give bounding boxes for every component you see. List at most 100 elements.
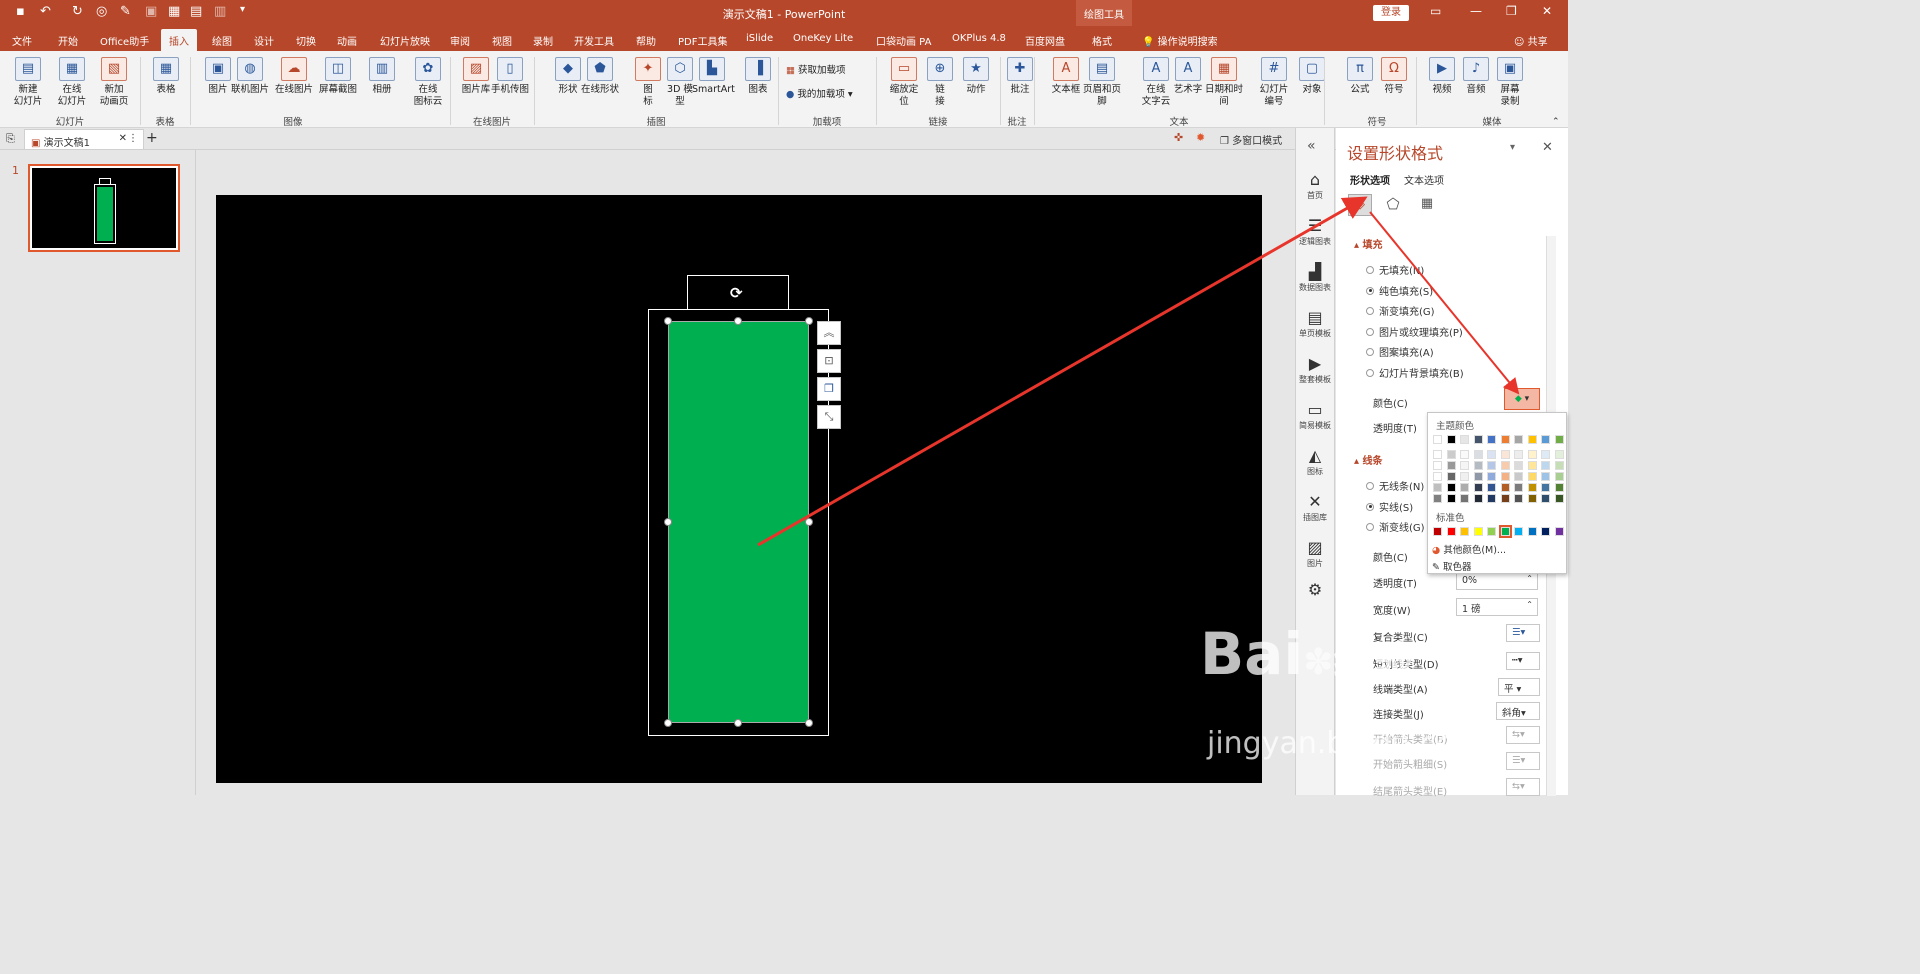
multi-window-button[interactable]: ❐ 多窗口模式 (1220, 132, 1282, 147)
chart-button[interactable]: ▐ 图表 (738, 57, 778, 96)
theme-color-swatch[interactable] (1460, 435, 1469, 444)
my-addins-button[interactable]: ● 我的加载项 ▾ (786, 89, 853, 101)
theme-color-swatch[interactable] (1460, 483, 1469, 492)
theme-color-swatch[interactable] (1460, 494, 1469, 503)
tab-text-options[interactable]: 文本选项 (1404, 172, 1444, 187)
close-icon[interactable]: ✕ (1542, 4, 1552, 18)
standard-color-swatch[interactable] (1514, 527, 1523, 536)
theme-color-swatch[interactable] (1446, 483, 1456, 492)
slide-canvas[interactable]: ⟳ ︽ ⊡ ❐ ⤡ (216, 195, 1262, 783)
tab-0[interactable]: 文件 (12, 33, 32, 48)
theme-color-swatch[interactable] (1460, 461, 1469, 470)
phone-picture-button[interactable]: ▯ 手机传图 (490, 57, 530, 96)
theme-color-swatch[interactable] (1473, 461, 1483, 470)
theme-color-swatch[interactable] (1554, 483, 1564, 492)
radio-button[interactable] (1366, 502, 1374, 511)
standard-color-swatch[interactable] (1460, 527, 1469, 536)
theme-color-swatch[interactable] (1487, 435, 1496, 444)
resize-handle[interactable] (664, 518, 672, 526)
slide-number-button[interactable]: # 幻灯片 编号 (1254, 57, 1294, 108)
tab-19[interactable]: 百度网盘 (1025, 33, 1065, 48)
tab-7[interactable]: 动画 (337, 33, 357, 48)
theme-color-swatch[interactable] (1473, 472, 1483, 481)
theme-color-swatch[interactable] (1487, 450, 1496, 459)
theme-color-swatch[interactable] (1433, 472, 1442, 481)
line-option-1[interactable]: 实线(S) (1366, 499, 1413, 514)
radio-button[interactable] (1366, 523, 1374, 531)
theme-color-swatch[interactable] (1433, 483, 1442, 492)
radio-button[interactable] (1366, 286, 1374, 295)
join-type-dropdown[interactable]: 斜角▾ (1496, 702, 1540, 720)
smartart-button[interactable]: ▙ SmartArt (692, 57, 735, 96)
online-picture-button[interactable]: ☁ 在线图片 (274, 57, 314, 96)
close-pane-icon[interactable]: ✕ (1542, 140, 1553, 155)
rotate-handle-icon[interactable]: ⟳ (730, 284, 743, 302)
screen-record-button[interactable]: ▣ 屏幕 录制 (1490, 57, 1530, 108)
tab-16[interactable]: OneKey Lite (793, 33, 853, 44)
theme-color-swatch[interactable] (1473, 483, 1483, 492)
theme-color-swatch[interactable] (1554, 461, 1564, 470)
theme-color-swatch[interactable] (1473, 435, 1483, 444)
theme-color-swatch[interactable] (1500, 483, 1510, 492)
album-button[interactable]: ▥ 相册 (362, 57, 402, 96)
compound-type-dropdown[interactable]: ☰▾ (1506, 624, 1540, 642)
tab-20[interactable]: 格式 (1092, 33, 1112, 48)
restore-icon[interactable]: ❐ (1506, 4, 1517, 18)
header-footer-button[interactable]: ▤ 页眉和页脚 (1082, 57, 1122, 108)
skin-icon[interactable]: ✹ (1196, 131, 1205, 144)
fill-line-icon[interactable]: ◈ (1348, 194, 1372, 216)
arrange-layers-icon[interactable]: ❐ (817, 377, 841, 401)
resize-handle[interactable] (805, 518, 813, 526)
theme-color-swatch[interactable] (1527, 450, 1537, 459)
screenshot-button[interactable]: ◫ 屏幕截图 (318, 57, 358, 96)
theme-color-swatch[interactable] (1487, 494, 1496, 503)
standard-color-swatch[interactable] (1527, 527, 1537, 536)
symbol-button[interactable]: Ω 符号 (1374, 57, 1414, 96)
textbox-button[interactable]: A 文本框 (1046, 57, 1086, 96)
theme-color-swatch[interactable] (1446, 472, 1456, 481)
theme-color-swatch[interactable] (1446, 435, 1456, 444)
theme-color-swatch[interactable] (1554, 450, 1564, 459)
radio-button[interactable] (1366, 482, 1374, 490)
line-transparency-input[interactable]: 0% ⌃ (1456, 572, 1538, 590)
standard-color-swatch[interactable] (1554, 527, 1564, 536)
line-section-header[interactable]: ▴ 线条 (1354, 452, 1383, 467)
theme-color-swatch[interactable] (1527, 461, 1537, 470)
ribbon-display-icon[interactable]: ▭ (1430, 4, 1441, 18)
theme-color-swatch[interactable] (1500, 435, 1510, 444)
sidebar-item-7[interactable]: ✕ 插图库 (1296, 492, 1334, 523)
radio-button[interactable] (1366, 368, 1374, 377)
tab-13[interactable]: 帮助 (636, 33, 656, 48)
fill-option-0[interactable]: 无填充(N) (1366, 262, 1424, 277)
theme-color-swatch[interactable] (1446, 494, 1456, 503)
close-tab-icon[interactable]: ✕ (119, 133, 127, 144)
fill-option-5[interactable]: 幻灯片背景填充(B) (1366, 365, 1464, 380)
theme-color-swatch[interactable] (1514, 494, 1523, 503)
sidebar-item-9[interactable]: ⚙ (1296, 580, 1334, 600)
online-shapes-button[interactable]: ⬟ 在线形状 (580, 57, 620, 96)
theme-color-swatch[interactable] (1541, 483, 1550, 492)
theme-color-swatch[interactable] (1514, 461, 1523, 470)
theme-color-swatch[interactable] (1446, 450, 1456, 459)
theme-color-swatch[interactable] (1514, 450, 1523, 459)
pane-options-icon[interactable]: ▾ (1510, 142, 1515, 153)
more-colors-item[interactable]: ◕ 其他颜色(M)... (1432, 542, 1506, 556)
line-option-2[interactable]: 渐变线(G) (1366, 519, 1425, 534)
sidebar-item-1[interactable]: ☰ 逻辑图表 (1296, 216, 1334, 247)
radio-button[interactable] (1366, 266, 1374, 274)
resize-icon[interactable]: ⤡ (817, 405, 841, 429)
tab-11[interactable]: 录制 (533, 33, 553, 48)
theme-color-swatch[interactable] (1541, 461, 1550, 470)
theme-color-swatch[interactable] (1433, 450, 1442, 459)
theme-color-swatch[interactable] (1433, 494, 1442, 503)
standard-color-swatch[interactable] (1541, 527, 1550, 536)
sidebar-item-6[interactable]: ◭ 图标 (1296, 446, 1334, 477)
theme-color-swatch[interactable] (1500, 461, 1510, 470)
new-tab-icon[interactable]: + (146, 130, 158, 146)
tab-2[interactable]: Office助手 (100, 33, 149, 48)
login-button[interactable]: 登录 (1373, 5, 1409, 21)
share-button[interactable]: ☺ 共享 (1514, 33, 1548, 48)
theme-color-swatch[interactable] (1554, 494, 1564, 503)
get-addins-button[interactable]: ▦ 获取加载项 (786, 65, 846, 77)
layout-options-icon[interactable]: ︽ (817, 321, 841, 345)
